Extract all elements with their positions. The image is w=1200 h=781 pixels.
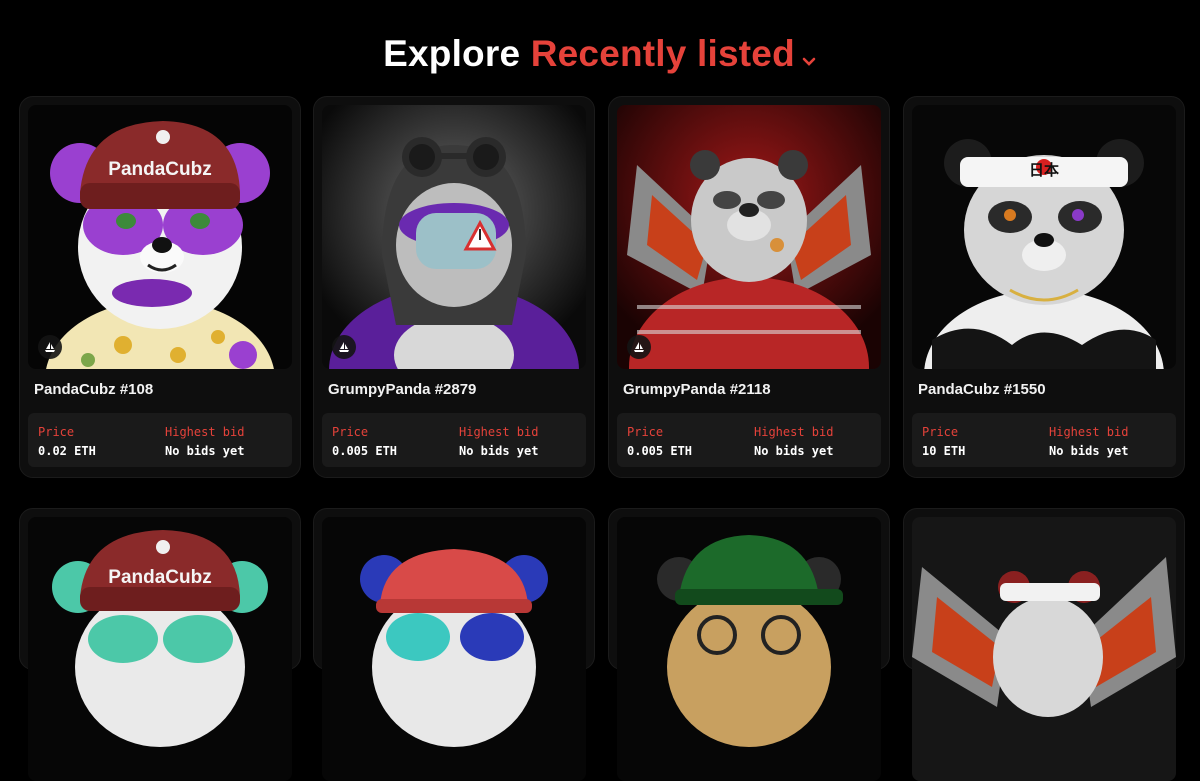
nft-card[interactable]: GrumpyPanda #2118 Price Highest bid 0.00… [608, 96, 890, 478]
nft-image[interactable] [322, 105, 586, 369]
highest-bid-value: No bids yet [459, 444, 539, 458]
highest-bid-label: Highest bid [459, 425, 539, 439]
nft-image[interactable] [322, 517, 586, 781]
sailboat-icon[interactable] [627, 335, 651, 359]
highest-bid-label: Highest bid [165, 425, 245, 439]
nft-image[interactable] [617, 517, 881, 781]
highest-bid-value: No bids yet [754, 444, 834, 458]
sort-dropdown[interactable]: Recently listed [531, 33, 817, 74]
price-panel: Price Highest bid 10 ETH No bids yet [912, 413, 1176, 467]
nft-name[interactable]: GrumpyPanda #2118 [623, 381, 771, 398]
nft-name[interactable]: PandaCubz #1550 [918, 381, 1046, 398]
nft-name[interactable]: GrumpyPanda #2879 [328, 381, 476, 398]
beanie-text: PandaCubz [108, 567, 211, 588]
nft-name[interactable]: PandaCubz #108 [34, 381, 153, 398]
nft-image[interactable]: PandaCubz [28, 517, 292, 781]
nft-card[interactable]: GrumpyPanda #2879 Price Highest bid 0.00… [313, 96, 595, 478]
chevron-down-icon [801, 35, 817, 77]
heading-prefix: Explore [383, 32, 521, 74]
price-label: Price [922, 425, 959, 439]
highest-bid-label: Highest bid [754, 425, 834, 439]
page-heading: Explore Recently listed [0, 33, 1200, 77]
highest-bid-value: No bids yet [1049, 444, 1129, 458]
price-value: 0.02 ETH [38, 444, 96, 458]
sailboat-icon[interactable] [332, 335, 356, 359]
highest-bid-label: Highest bid [1049, 425, 1129, 439]
nft-image[interactable] [617, 105, 881, 369]
price-value: 0.005 ETH [332, 444, 398, 458]
sailboat-icon[interactable] [38, 335, 62, 359]
price-panel: Price Highest bid 0.005 ETH No bids yet [617, 413, 881, 467]
sort-dropdown-label: Recently listed [530, 32, 795, 74]
nft-image[interactable] [912, 517, 1176, 781]
highest-bid-value: No bids yet [165, 444, 245, 458]
beanie-text: PandaCubz [108, 159, 211, 180]
headband-text: 日本 [1029, 161, 1059, 179]
price-label: Price [332, 425, 369, 439]
nft-image[interactable]: PandaCubz [28, 105, 292, 369]
price-label: Price [627, 425, 664, 439]
nft-card[interactable]: PandaCubz PandaCubz #108 Price Highest b… [19, 96, 301, 478]
price-value: 10 ETH [922, 444, 966, 458]
price-panel: Price Highest bid 0.005 ETH No bids yet [322, 413, 586, 467]
price-panel: Price Highest bid 0.02 ETH No bids yet [28, 413, 292, 467]
price-label: Price [38, 425, 75, 439]
nft-card[interactable]: 日本 PandaCubz #1550 Price Highest bid 10 … [903, 96, 1185, 478]
nft-image[interactable]: 日本 [912, 105, 1176, 369]
price-value: 0.005 ETH [627, 444, 693, 458]
